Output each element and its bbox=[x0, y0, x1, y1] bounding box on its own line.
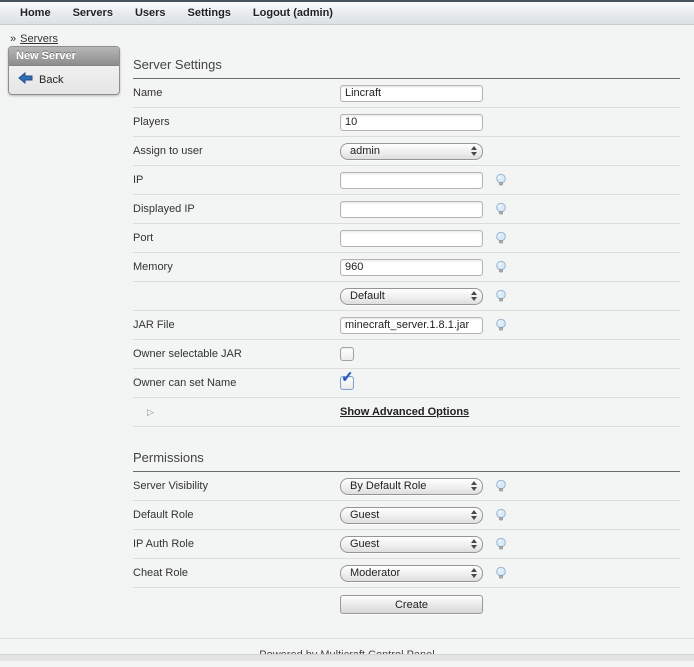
form-row-ip-auth-role: IP Auth Role Guest bbox=[133, 530, 680, 559]
form-row-port: Port bbox=[133, 224, 680, 253]
updown-arrows-icon bbox=[471, 291, 477, 301]
form-row-name: Name bbox=[133, 79, 680, 108]
select-value: Guest bbox=[350, 509, 379, 521]
nav-item-settings[interactable]: Settings bbox=[188, 7, 231, 19]
create-row: Create bbox=[133, 588, 680, 624]
field-label: Name bbox=[133, 87, 340, 99]
field-label: Server Visibility bbox=[133, 480, 340, 492]
select-value: Guest bbox=[350, 538, 379, 550]
form-row-owner-can-set-name: Owner can set Name ✓ bbox=[133, 369, 680, 398]
form-row-cheat-role: Cheat Role Moderator bbox=[133, 559, 680, 588]
form-row-jar-file: JAR File bbox=[133, 311, 680, 340]
breadcrumb-marker: » bbox=[10, 33, 16, 45]
owner-selectable-jar-checkbox[interactable]: ✓ bbox=[340, 347, 354, 361]
nav-item-users[interactable]: Users bbox=[135, 7, 166, 19]
select-value: Default bbox=[350, 290, 385, 302]
field-label: Memory bbox=[133, 261, 340, 273]
select-value: Moderator bbox=[350, 567, 400, 579]
help-lightbulb-icon[interactable] bbox=[494, 289, 508, 303]
ip-input[interactable] bbox=[340, 172, 483, 189]
select-value: admin bbox=[350, 145, 380, 157]
form-row-memory: Memory bbox=[133, 253, 680, 282]
section-title-server-settings: Server Settings bbox=[133, 49, 680, 79]
form-row-owner-selectable-jar: Owner selectable JAR ✓ bbox=[133, 340, 680, 369]
field-label: JAR File bbox=[133, 319, 340, 331]
footer: Powered byMulticraft Control Panel bbox=[0, 638, 694, 667]
sidebar-item-back[interactable]: Back bbox=[9, 66, 119, 94]
help-lightbulb-icon[interactable] bbox=[494, 260, 508, 274]
main-nav: Home Servers Users Settings Logout (admi… bbox=[0, 2, 694, 25]
bottom-strip bbox=[0, 654, 694, 661]
sidebar-title: New Server bbox=[9, 47, 119, 66]
cheat-role-select[interactable]: Moderator bbox=[340, 565, 483, 582]
form-row-default-profile: Default bbox=[133, 282, 680, 311]
field-label: Players bbox=[133, 116, 340, 128]
back-arrow-icon bbox=[18, 72, 33, 87]
field-label: Default Role bbox=[133, 509, 340, 521]
nav-item-servers[interactable]: Servers bbox=[73, 7, 113, 19]
nav-item-logout[interactable]: Logout (admin) bbox=[253, 7, 333, 19]
help-lightbulb-icon[interactable] bbox=[494, 173, 508, 187]
main-content: Server Settings Name Players Assign to u… bbox=[133, 49, 680, 624]
jar-file-input[interactable] bbox=[340, 317, 483, 334]
updown-arrows-icon bbox=[471, 510, 477, 520]
help-lightbulb-icon[interactable] bbox=[494, 566, 508, 580]
port-input[interactable] bbox=[340, 230, 483, 247]
nav-item-home[interactable]: Home bbox=[20, 7, 51, 19]
memory-input[interactable] bbox=[340, 259, 483, 276]
server-visibility-select[interactable]: By Default Role bbox=[340, 478, 483, 495]
assign-to-user-select[interactable]: admin bbox=[340, 143, 483, 160]
updown-arrows-icon bbox=[471, 539, 477, 549]
field-label: Cheat Role bbox=[133, 567, 340, 579]
field-label: Owner can set Name bbox=[133, 377, 340, 389]
default-select[interactable]: Default bbox=[340, 288, 483, 305]
form-row-players: Players bbox=[133, 108, 680, 137]
updown-arrows-icon bbox=[471, 146, 477, 156]
updown-arrows-icon bbox=[471, 568, 477, 578]
field-label: Displayed IP bbox=[133, 203, 340, 215]
displayed-ip-input[interactable] bbox=[340, 201, 483, 218]
ip-auth-role-select[interactable]: Guest bbox=[340, 536, 483, 553]
sidebar-item-label: Back bbox=[39, 74, 63, 86]
select-value: By Default Role bbox=[350, 480, 426, 492]
field-label: Port bbox=[133, 232, 340, 244]
default-role-select[interactable]: Guest bbox=[340, 507, 483, 524]
field-label: Owner selectable JAR bbox=[133, 348, 340, 360]
name-input[interactable] bbox=[340, 85, 483, 102]
form-row-advanced-options: ▷ Show Advanced Options bbox=[133, 398, 680, 427]
disclosure-triangle-icon[interactable]: ▷ bbox=[147, 407, 154, 417]
check-icon: ✓ bbox=[341, 370, 354, 385]
form-row-server-visibility: Server Visibility By Default Role bbox=[133, 472, 680, 501]
show-advanced-options-link[interactable]: Show Advanced Options bbox=[340, 406, 469, 418]
field-label: IP bbox=[133, 174, 340, 186]
help-lightbulb-icon[interactable] bbox=[494, 508, 508, 522]
form-row-assign-user: Assign to user admin bbox=[133, 137, 680, 166]
section-title-permissions: Permissions bbox=[133, 440, 680, 472]
help-lightbulb-icon[interactable] bbox=[494, 537, 508, 551]
form-row-displayed-ip: Displayed IP bbox=[133, 195, 680, 224]
help-lightbulb-icon[interactable] bbox=[494, 479, 508, 493]
create-button[interactable]: Create bbox=[340, 595, 483, 614]
updown-arrows-icon bbox=[471, 481, 477, 491]
form-row-ip: IP bbox=[133, 166, 680, 195]
form-row-default-role: Default Role Guest bbox=[133, 501, 680, 530]
sidebar-panel: New Server Back bbox=[8, 46, 120, 95]
help-lightbulb-icon[interactable] bbox=[494, 202, 508, 216]
breadcrumb-link-servers[interactable]: Servers bbox=[20, 33, 58, 45]
help-lightbulb-icon[interactable] bbox=[494, 318, 508, 332]
players-input[interactable] bbox=[340, 114, 483, 131]
owner-can-set-name-checkbox[interactable]: ✓ bbox=[340, 376, 354, 390]
field-label: IP Auth Role bbox=[133, 538, 340, 550]
help-lightbulb-icon[interactable] bbox=[494, 231, 508, 245]
field-label: Assign to user bbox=[133, 145, 340, 157]
